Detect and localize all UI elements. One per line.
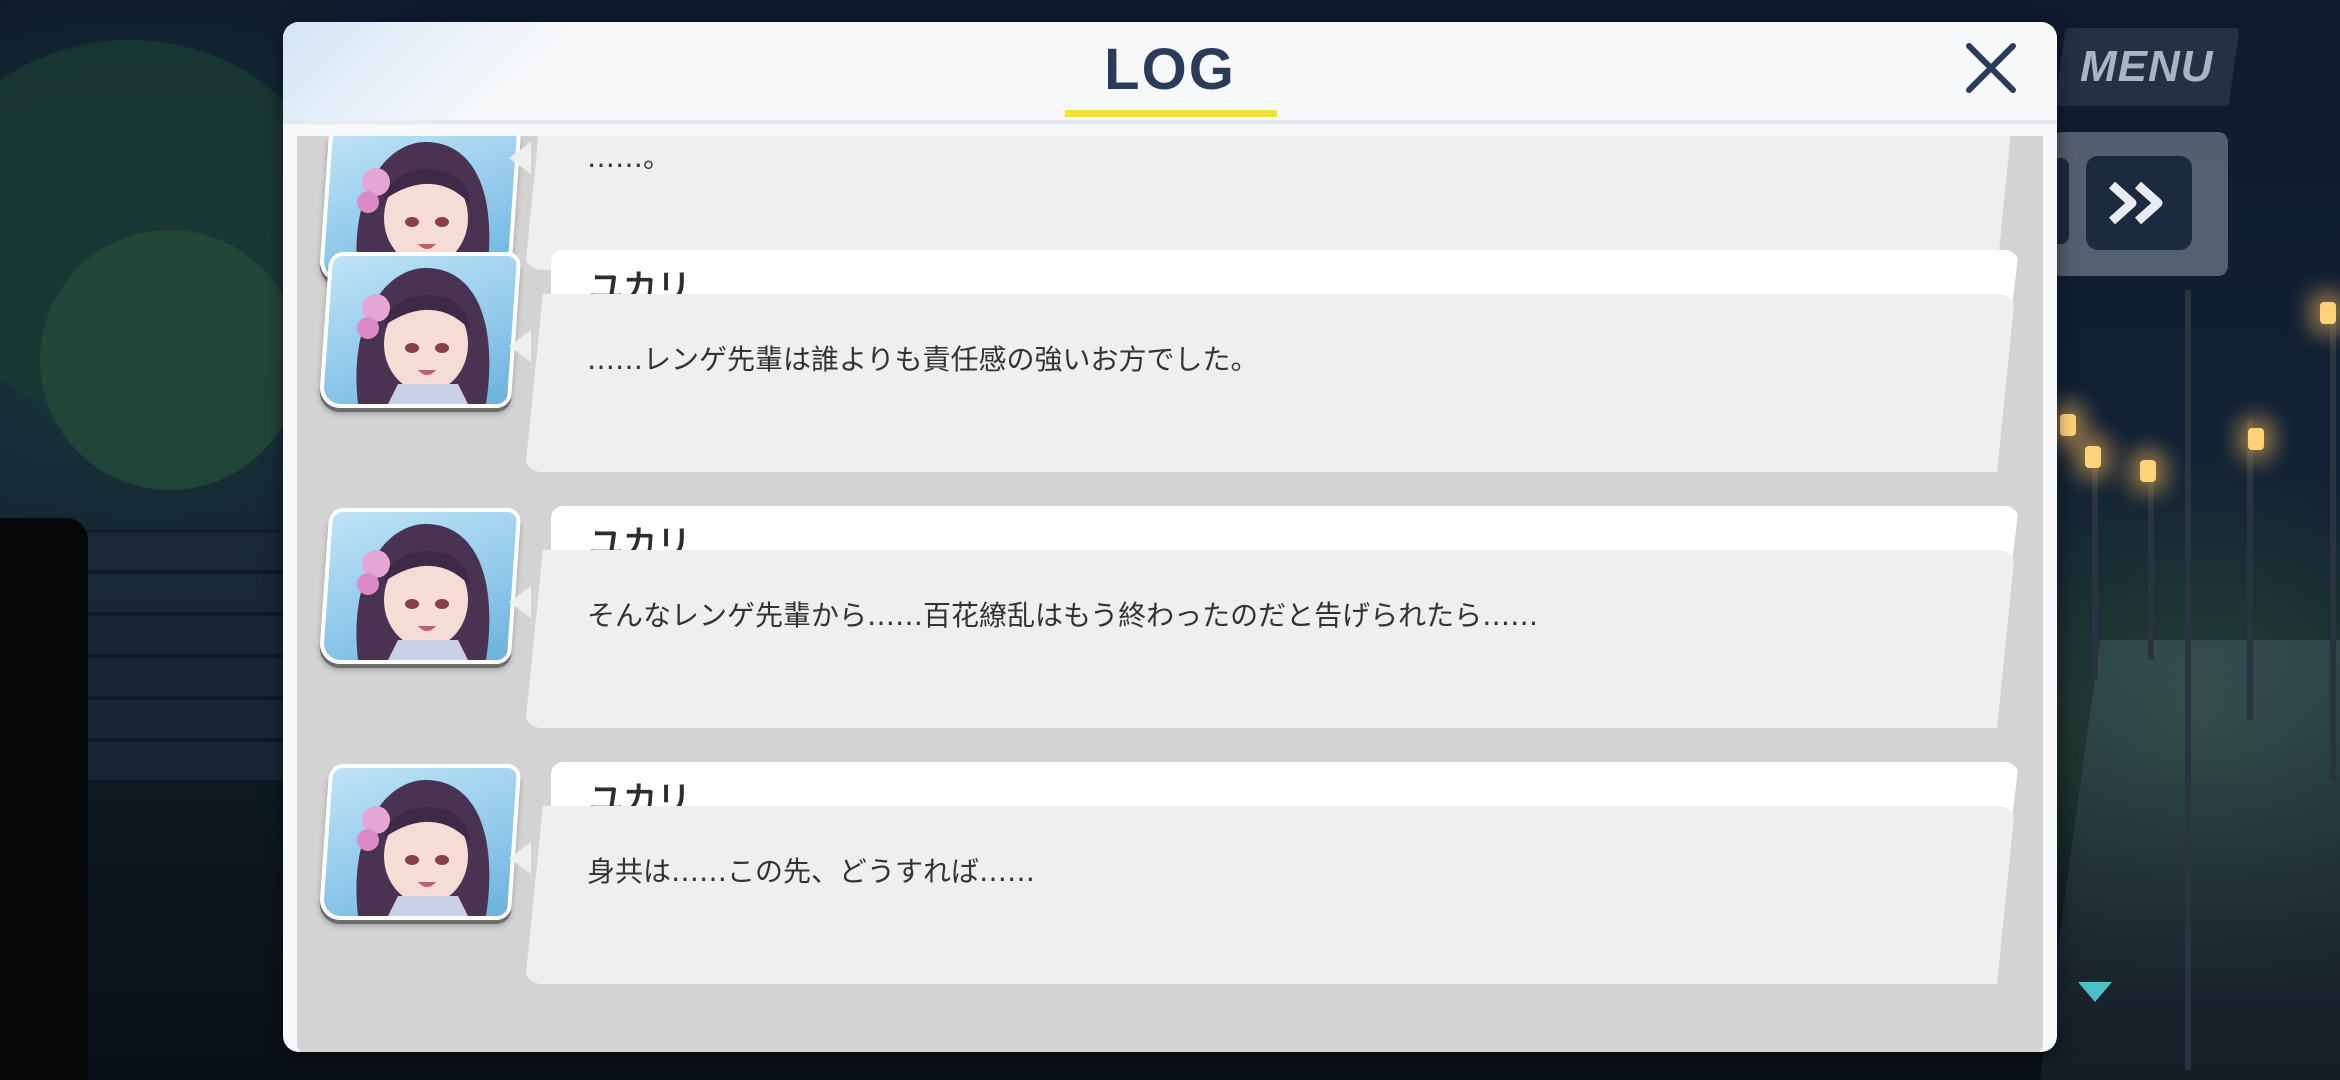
character-portrait-icon [356,523,490,660]
speaker-avatar [318,764,522,920]
menu-button[interactable]: MENU [2054,28,2240,106]
bubble-tail [509,586,531,618]
log-entry: ユカリ 身共は……この先、どうすれば…… [297,762,2043,1002]
bubble-tail [509,330,531,362]
log-entry: ユカリ そんなレンゲ先輩から……百花繚乱はもう終わったのだと告げられたら…… [297,506,2043,746]
log-window: LOG ……。 ユカリ ……レンゲ先輩は誰よりも責任感の強いお方でした。 ユカリ… [283,22,2057,1052]
lamp-post [2092,450,2098,680]
log-list[interactable]: ……。 ユカリ ……レンゲ先輩は誰よりも責任感の強いお方でした。 ユカリ そんな… [297,136,2043,1052]
left-edge-panel [0,518,88,1080]
lamp-post [2247,420,2253,720]
log-entry: ユカリ ……レンゲ先輩は誰よりも責任感の強いお方でした。 [297,250,2043,490]
auto-button[interactable] [2055,158,2069,244]
log-title: LOG [1104,37,1236,102]
character-portrait-icon [356,779,490,916]
next-indicator-icon [2078,982,2112,1002]
lamp-post [2185,290,2191,1070]
bubble-tail [509,142,531,174]
message-bubble: 身共は……この先、どうすれば…… [525,806,2015,984]
lamp-post [2148,470,2154,660]
street-lamp [2248,428,2264,450]
double-chevron-right-icon [2108,181,2163,225]
message-text: 身共は……この先、どうすれば…… [587,855,1036,888]
message-text: ……。 [587,141,672,174]
close-button[interactable] [1959,36,2023,100]
close-icon [1966,43,2016,93]
lamp-post [2330,320,2336,780]
tree-foliage [40,230,300,490]
bubble-tail [509,842,531,874]
street-lamp [2060,414,2076,436]
message-bubble: ……レンゲ先輩は誰よりも責任感の強いお方でした。 [525,294,2015,472]
street-lamp [2140,460,2156,482]
speaker-avatar [318,252,522,408]
street-lamp [2320,302,2336,324]
message-text: ……レンゲ先輩は誰よりも責任感の強いお方でした。 [587,343,1259,376]
title-underline [1065,110,1277,117]
stone-wall [80,530,310,780]
fast-forward-button[interactable] [2086,156,2192,250]
menu-button-label: MENU [2080,42,2214,91]
log-header: LOG [283,22,2057,124]
speaker-avatar [318,508,522,664]
street-lamp [2085,446,2101,468]
character-portrait-icon [356,267,490,404]
message-bubble: そんなレンゲ先輩から……百花繚乱はもう終わったのだと告げられたら…… [525,550,2015,728]
message-text: そんなレンゲ先輩から……百花繚乱はもう終わったのだと告げられたら…… [587,599,1539,632]
